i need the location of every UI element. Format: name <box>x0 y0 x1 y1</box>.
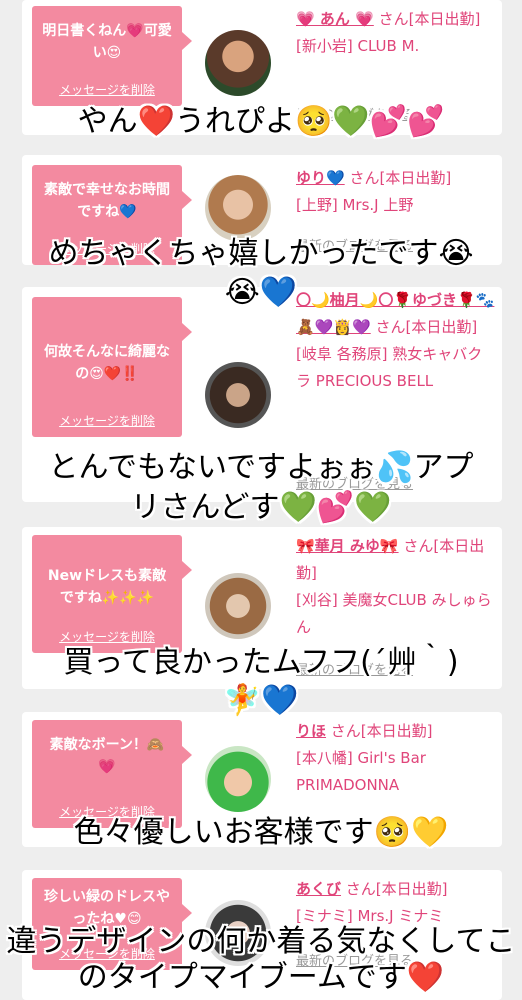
cast-name-link[interactable]: りほ <box>296 722 326 740</box>
status-text: さん[本日出勤] <box>378 10 481 28</box>
overlay-caption: 🧚💙 <box>223 683 299 718</box>
message-text: Newドレスも素敵ですね✨✨✨ <box>47 568 167 606</box>
cast-info: ゆり💙 さん[本日出勤] [上野] Mrs.J 上野 <box>296 165 496 219</box>
shop-info[interactable]: [刈谷] 美魔女CLUB みしゅらん <box>296 587 496 641</box>
status-text: さん[本日出勤] <box>375 318 478 336</box>
overlay-caption: 買って良かったムフフ(´艸｀) <box>63 645 459 680</box>
delete-message-link[interactable]: メッセージを削除 <box>32 412 182 429</box>
overlay-caption: やん❤️うれぴよ🥺💚💕💕 <box>77 104 445 139</box>
message-text: 素敵なボーン！🙈💗 <box>49 737 165 775</box>
cast-info: 💗 あん 💗 さん[本日出勤] [新小岩] CLUB M. <box>296 6 496 60</box>
cast-info: 🎀華月 みゆ🎀 さん[本日出勤] [刈谷] 美魔女CLUB みしゅらん <box>296 533 496 641</box>
avatar[interactable] <box>205 746 271 812</box>
status-text: さん[本日出勤] <box>345 880 448 898</box>
shop-info[interactable]: [本八幡] Girl's Bar PRIMADONNA <box>296 745 496 799</box>
cast-info: りほ さん[本日出勤] [本八幡] Girl's Bar PRIMADONNA <box>296 718 496 799</box>
overlay-caption: 😭💙 <box>224 275 298 310</box>
shop-info[interactable]: [上野] Mrs.J 上野 <box>296 192 496 219</box>
delete-message-link[interactable]: メッセージを削除 <box>32 628 182 645</box>
overlay-caption: 違うデザインの何か着る気なくしてこ <box>6 924 516 959</box>
message-text: 素敵で幸せなお時間ですね💙 <box>44 182 170 220</box>
message-text: 明日書くねん💗可愛い😍 <box>42 23 172 61</box>
avatar[interactable] <box>205 573 271 639</box>
message-bubble: Newドレスも素敵ですね✨✨✨ メッセージを削除 <box>32 535 192 653</box>
cast-info: あくび さん[本日出勤] [ミナミ] Mrs.J ミナミ <box>296 876 496 930</box>
overlay-caption: めちゃくちゃ嬉しかったです😭 <box>48 236 474 271</box>
delete-message-link[interactable]: メッセージを削除 <box>32 81 182 98</box>
overlay-caption: のタイプマイブームです❤️ <box>77 960 445 995</box>
overlay-caption: とんでもないですよぉぉ💦アプ <box>48 450 474 485</box>
status-text: さん[本日出勤] <box>349 169 452 187</box>
message-bubble: 何故そんなに綺麗なの😍❤️‼️ メッセージを削除 <box>32 297 192 437</box>
overlay-caption: リさんどす💚💕💚 <box>130 490 392 525</box>
avatar[interactable] <box>205 30 271 96</box>
shop-info[interactable]: [新小岩] CLUB M. <box>296 33 496 60</box>
shop-info[interactable]: [岐阜 各務原] 熟女キャバクラ PRECIOUS BELL <box>296 341 496 395</box>
cast-name-link[interactable]: ゆり💙 <box>296 169 345 187</box>
cast-name-link[interactable]: 💗 あん 💗 <box>296 10 374 28</box>
overlay-caption: 色々優しいお客様です🥺💛 <box>73 815 449 850</box>
status-text: さん[本日出勤] <box>330 722 433 740</box>
message-bubble: 素敵なボーン！🙈💗 メッセージを削除 <box>32 720 192 828</box>
avatar[interactable] <box>205 175 271 241</box>
message-text: 珍しい緑のドレスやったね♥😊 <box>44 889 170 927</box>
message-bubble: 明日書くねん💗可愛い😍 メッセージを削除 <box>32 6 192 106</box>
cast-name-link[interactable]: 🎀華月 みゆ🎀 <box>296 537 399 555</box>
cast-name-link[interactable]: あくび <box>296 880 341 898</box>
avatar[interactable] <box>205 362 271 428</box>
